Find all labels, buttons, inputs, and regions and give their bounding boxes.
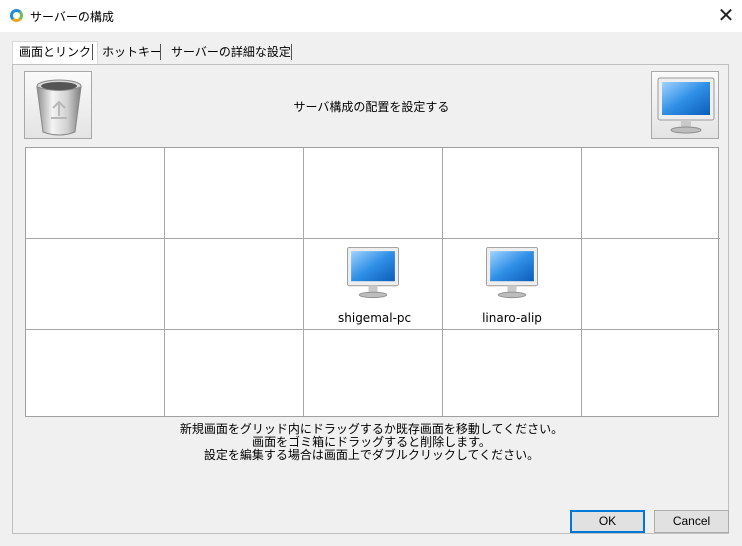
screen-label: shigemal-pc xyxy=(338,311,412,325)
tab-separator xyxy=(92,44,93,60)
tab-panel: サーバ構成の配置を設定する shigemal-pc linaro-alip 新規… xyxy=(12,64,729,534)
tab-hotkeys[interactable]: ホットキー xyxy=(96,42,168,64)
screen-shigemal-pc[interactable]: shigemal-pc xyxy=(338,242,412,325)
grid-cell[interactable] xyxy=(304,330,443,416)
grid-cell[interactable] xyxy=(582,330,720,416)
ok-button[interactable]: OK xyxy=(570,510,645,533)
window-title: サーバーの構成 xyxy=(30,10,114,24)
tab-screens-and-links[interactable]: 画面とリンク xyxy=(12,41,99,65)
tab-separator xyxy=(160,44,161,60)
grid-cell[interactable] xyxy=(443,148,582,239)
monitor-icon xyxy=(347,247,399,299)
new-screen-button[interactable] xyxy=(651,71,719,139)
cancel-button[interactable]: Cancel xyxy=(654,510,729,533)
monitor-icon xyxy=(486,247,538,299)
close-icon[interactable]: ✕ xyxy=(712,2,740,30)
dialog-client: 画面とリンク ホットキー サーバーの詳細な設定 サーバ構成の配置を設定する sh… xyxy=(0,32,742,546)
instructions: 新規画面をグリッド内にドラッグするか既存画面を移動してください。 画面をゴミ箱に… xyxy=(13,423,730,462)
screen-linaro-alip[interactable]: linaro-alip xyxy=(477,242,547,325)
grid-cell[interactable] xyxy=(443,330,582,416)
grid-cell[interactable] xyxy=(26,330,165,416)
tab-advanced-settings[interactable]: サーバーの詳細な設定 xyxy=(165,42,297,64)
grid-cell[interactable] xyxy=(165,330,304,416)
screen-layout-grid[interactable]: shigemal-pc linaro-alip xyxy=(25,147,720,417)
grid-cell[interactable] xyxy=(165,239,304,330)
app-icon xyxy=(10,9,23,22)
grid-cell[interactable] xyxy=(582,239,720,330)
instruction-line: 設定を編集する場合は画面上でダブルクリックしてください。 xyxy=(203,448,540,462)
grid-cell[interactable] xyxy=(165,148,304,239)
tab-separator xyxy=(291,44,292,60)
grid-cell[interactable] xyxy=(26,239,165,330)
title-bar: サーバーの構成 ✕ xyxy=(0,0,742,32)
header-text: サーバ構成の配置を設定する xyxy=(293,100,450,114)
grid-cell[interactable] xyxy=(304,148,443,239)
grid-cell[interactable] xyxy=(26,148,165,239)
monitor-icon xyxy=(657,77,715,134)
screen-label: linaro-alip xyxy=(482,311,542,325)
grid-cell[interactable] xyxy=(582,148,720,239)
